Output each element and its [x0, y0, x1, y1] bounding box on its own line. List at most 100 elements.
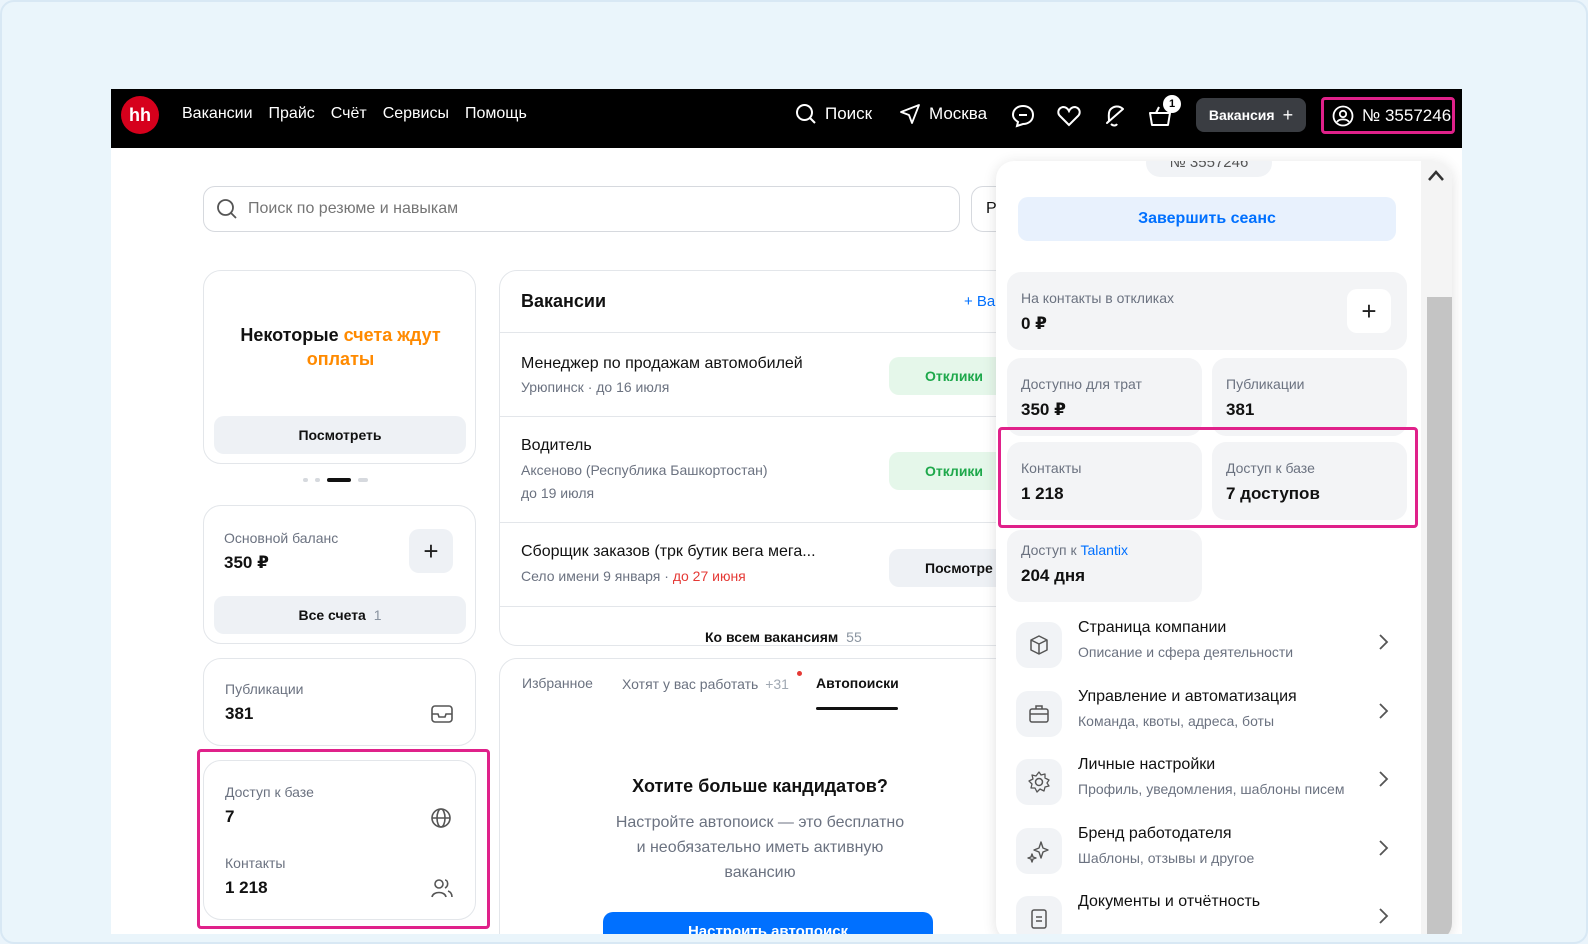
search-icon — [796, 104, 816, 124]
promo-text-line: Настройте автопоиск — это бесплатно — [615, 814, 905, 831]
screenshot-frame: hh Вакансии Прайс Счёт Сервисы Помощь По… — [0, 0, 1588, 944]
vacancy-row[interactable]: Менеджер по продажам автомобилей Урюпинс… — [500, 332, 1009, 416]
all-vacancies-label: Ко всем вакансиям — [705, 629, 839, 645]
nav-services[interactable]: Сервисы — [383, 105, 449, 123]
carousel-dot-active[interactable] — [327, 478, 351, 482]
carousel-dots — [303, 478, 368, 482]
menu-item-personal-settings[interactable]: Личные настройки Профиль, уведомления, ш… — [1016, 753, 1396, 813]
chevron-up-icon[interactable] — [1427, 169, 1445, 183]
header-search-label: Поиск — [825, 104, 873, 123]
account-menu-button[interactable]: № 3557246 — [1321, 97, 1455, 134]
all-accounts-label: Все счета — [298, 607, 366, 623]
vacancy-title[interactable]: Менеджер по продажам автомобилей — [521, 355, 803, 373]
panel-scrollbar[interactable] — [1421, 161, 1452, 934]
chat-icon[interactable] — [1010, 103, 1036, 129]
heart-icon[interactable] — [1056, 103, 1082, 129]
plus-icon: + — [1361, 296, 1377, 326]
main-nav: Вакансии Прайс Счёт Сервисы Помощь — [182, 105, 527, 123]
nav-vacancies[interactable]: Вакансии — [182, 105, 253, 123]
unpaid-bills-plain: Некоторые — [240, 325, 344, 345]
responses-button[interactable]: Отклики — [889, 357, 1009, 395]
highlight-left-stats — [197, 749, 490, 929]
new-dot-indicator — [797, 671, 802, 676]
briefcase-icon — [1016, 691, 1062, 737]
available-funds-value: 350 ₽ — [1021, 400, 1066, 419]
chevron-right-icon — [1379, 908, 1389, 924]
nav-price[interactable]: Прайс — [269, 105, 315, 123]
active-tab-underline — [816, 707, 898, 710]
end-session-button[interactable]: Завершить сеанс — [1018, 197, 1396, 241]
view-vacancy-button[interactable]: Посмотре — [889, 549, 1009, 587]
vacancy-row[interactable]: Водитель Аксеново (Республика Башкортост… — [500, 416, 1009, 522]
menu-item-employer-brand[interactable]: Бренд работодателя Шаблоны, отзывы и дру… — [1016, 822, 1396, 882]
carousel-dot[interactable] — [303, 478, 308, 482]
bell-icon[interactable] — [1102, 103, 1128, 129]
publications-tile[interactable]: Публикации 381 — [1212, 358, 1407, 436]
top-up-balance-button[interactable]: + — [409, 529, 453, 573]
chevron-right-icon — [1379, 840, 1389, 856]
all-vacancies-count: 55 — [846, 629, 862, 645]
publications-label: Публикации — [1226, 376, 1305, 392]
menu-item-company-page[interactable]: Страница компании Описание и сфера деяте… — [1016, 616, 1396, 676]
tab-favorites[interactable]: Избранное — [522, 675, 593, 691]
publications-value: 381 — [1226, 400, 1255, 419]
vacancies-title: Вакансии — [521, 291, 607, 311]
scrollbar-thumb[interactable] — [1427, 297, 1452, 934]
document-icon — [1016, 896, 1062, 934]
menu-item-title: Страница компании — [1078, 619, 1227, 636]
hh-logo[interactable]: hh — [121, 96, 159, 134]
vacancy-title[interactable]: Сборщик заказов (трк бутик вега мега... — [521, 543, 816, 561]
talantix-label-text: Доступ к — [1021, 542, 1081, 558]
top-up-contacts-button[interactable]: + — [1347, 289, 1391, 333]
menu-item-title: Бренд работодателя — [1078, 825, 1232, 842]
vacancy-row[interactable]: Сборщик заказов (трк бутик вега мега... … — [500, 522, 1009, 606]
tab-autosearch[interactable]: Автопоиски — [816, 675, 899, 691]
available-funds-tile[interactable]: Доступно для трат 350 ₽ — [1007, 358, 1202, 436]
menu-item-documents[interactable]: Документы и отчётность — [1016, 890, 1396, 934]
chevron-right-icon — [1379, 771, 1389, 787]
resume-search-input[interactable] — [248, 200, 848, 218]
vacancies-card: Вакансии + Ва Менеджер по продажам автом… — [499, 270, 1019, 646]
top-navigation-bar: hh Вакансии Прайс Счёт Сервисы Помощь По… — [111, 89, 1462, 148]
talantix-link[interactable]: Talantix — [1080, 542, 1127, 558]
publications-card[interactable]: Публикации 381 — [203, 658, 476, 746]
talantix-access-tile[interactable]: Доступ к Talantix 204 дня — [1007, 530, 1202, 602]
setup-autosearch-button[interactable]: Настроить автопоиск — [603, 912, 933, 934]
chevron-right-icon — [1379, 634, 1389, 650]
tab-want-to-work-label: Хотят у вас работать — [622, 676, 759, 692]
carousel-dot[interactable] — [315, 478, 320, 482]
balance-value: 350 ₽ — [224, 553, 269, 572]
menu-item-subtitle: Команда, квоты, адреса, боты — [1078, 713, 1275, 729]
talantix-value: 204 дня — [1021, 566, 1086, 585]
menu-item-management[interactable]: Управление и автоматизация Команда, квот… — [1016, 685, 1396, 745]
balance-label: Основной баланс — [224, 530, 339, 546]
location-arrow-icon — [900, 104, 920, 124]
vacancy-title[interactable]: Водитель — [521, 437, 592, 455]
create-vacancy-label: Вакансия — [1208, 107, 1275, 123]
balance-card: Основной баланс 350 ₽ + Все счета 1 — [203, 505, 476, 644]
tab-want-to-work[interactable]: Хотят у вас работать +31 — [622, 676, 789, 692]
account-number: № 3557246 — [1362, 105, 1452, 125]
publications-value: 381 — [225, 704, 254, 723]
nav-invoice[interactable]: Счёт — [331, 105, 367, 123]
carousel-dot[interactable] — [358, 478, 368, 482]
menu-item-subtitle: Описание и сфера деятельности — [1078, 644, 1294, 660]
resume-search-box[interactable] — [203, 186, 960, 232]
vacancy-location: Аксеново (Республика Башкортостан) — [521, 462, 768, 478]
available-funds-label: Доступно для трат — [1021, 376, 1142, 392]
vacancy-deadline-red: до 27 июня — [672, 568, 746, 584]
create-vacancy-button[interactable]: Вакансия + — [1196, 98, 1306, 132]
add-vacancy-link[interactable]: + Ва — [964, 293, 995, 310]
responses-button[interactable]: Отклики — [889, 452, 1009, 490]
tab-want-to-work-count: +31 — [765, 676, 789, 692]
nav-help[interactable]: Помощь — [465, 105, 527, 123]
menu-item-subtitle: Шаблоны, отзывы и другое — [1078, 850, 1255, 866]
all-accounts-button[interactable]: Все счета 1 — [214, 596, 466, 634]
all-vacancies-link[interactable]: Ко всем вакансиям 55 — [705, 629, 862, 645]
view-bills-button[interactable]: Посмотреть — [214, 416, 466, 454]
search-icon — [217, 199, 237, 219]
header-search-button[interactable]: Поиск — [795, 103, 872, 125]
promo-text-line: вакансию — [724, 864, 796, 881]
city-selector[interactable]: Москва — [899, 103, 987, 125]
highlight-panel-stats — [998, 427, 1418, 528]
